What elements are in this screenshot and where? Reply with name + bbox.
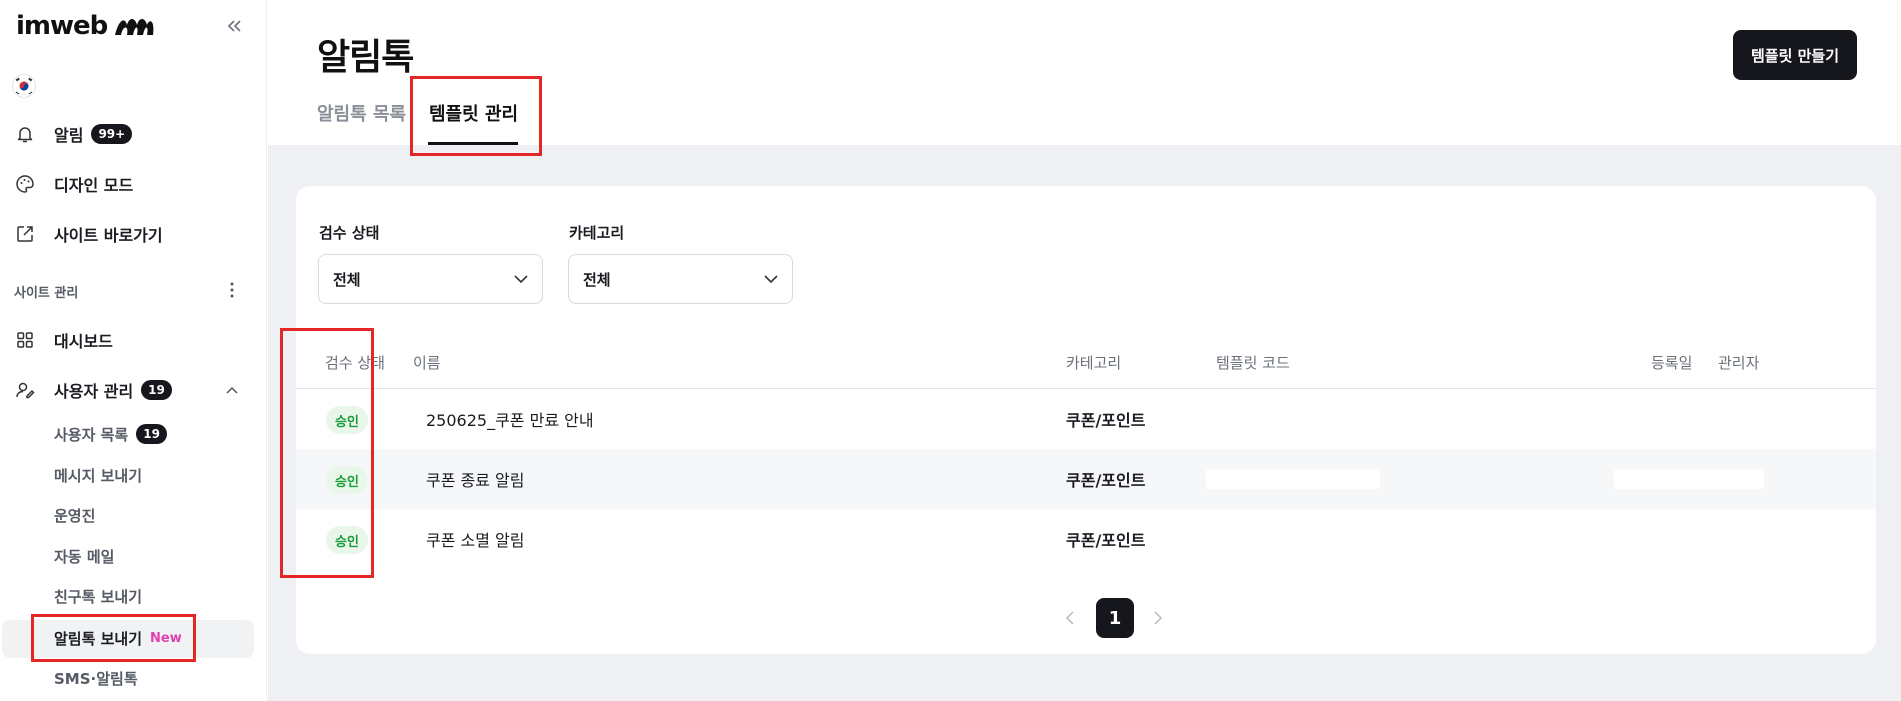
subitem-label: 친구톡 보내기 bbox=[54, 587, 143, 606]
korea-flag-icon[interactable] bbox=[12, 74, 36, 98]
template-card: 검수 상태 전체 카테고리 전체 검수 상태 이름 카테고리 템플릿 코드 등록… bbox=[280, 186, 1876, 654]
sidebar-item-visit-site[interactable]: 사이트 바로가기 bbox=[0, 214, 267, 254]
imweb-logo[interactable]: imweb bbox=[16, 11, 157, 41]
sidebar-item-design-mode[interactable]: 디자인 모드 bbox=[0, 164, 267, 204]
subitem-label: 사용자 목록 bbox=[54, 425, 129, 444]
column-header-registered-date[interactable]: 등록일 bbox=[1651, 352, 1692, 373]
sidebar-subitem-sms-alimtalk[interactable]: SMS·알림톡 bbox=[54, 660, 138, 696]
table-row[interactable]: 승인 쿠폰 소멸 알림 쿠폰/포인트 bbox=[296, 509, 1876, 569]
template-category: 쿠폰/포인트 bbox=[1066, 411, 1146, 430]
sidebar-subitem-auto-mail[interactable]: 자동 메일 bbox=[54, 538, 114, 574]
chevron-down-icon bbox=[514, 275, 528, 283]
grid-icon bbox=[14, 329, 36, 351]
sidebar-item-label: 사용자 관리 bbox=[54, 382, 134, 401]
chevron-right-icon[interactable] bbox=[1146, 606, 1170, 630]
status-filter-value: 전체 bbox=[333, 270, 361, 289]
logo-mark-icon bbox=[115, 19, 154, 35]
status-badge: 승인 bbox=[326, 466, 368, 494]
subitem-label: 자동 메일 bbox=[54, 547, 115, 566]
redacted-template-code bbox=[1206, 469, 1380, 489]
page-header: 알림톡 템플릿 만들기 알림톡 목록 템플릿 관리 bbox=[268, 0, 1901, 156]
create-template-button[interactable]: 템플릿 만들기 bbox=[1733, 30, 1857, 80]
page-title: 알림톡 bbox=[317, 37, 414, 78]
status-badge: 승인 bbox=[326, 526, 368, 554]
notification-count-badge: 99+ bbox=[91, 124, 133, 144]
sidebar: imweb 알림 99+ 디자인 모드 사이트 바로가기 사이트 관리 대시보드… bbox=[0, 0, 267, 701]
tab-template-management[interactable]: 템플릿 관리 bbox=[429, 100, 518, 126]
category-filter-label: 카테고리 bbox=[569, 224, 625, 242]
sidebar-subitem-friendtalk[interactable]: 친구톡 보내기 bbox=[54, 578, 142, 614]
column-header-manager[interactable]: 관리자 bbox=[1718, 352, 1759, 373]
column-header-status[interactable]: 검수 상태 bbox=[325, 352, 385, 373]
collapse-sidebar-icon[interactable] bbox=[222, 14, 246, 38]
sidebar-item-label: 알림 bbox=[54, 126, 84, 145]
template-name: 250625_쿠폰 만료 안내 bbox=[426, 411, 594, 430]
chevron-up-icon[interactable] bbox=[222, 380, 242, 400]
subitem-label: SMS·알림톡 bbox=[54, 669, 138, 688]
template-category: 쿠폰/포인트 bbox=[1066, 531, 1146, 550]
redacted-date bbox=[1614, 469, 1764, 489]
active-tab-indicator bbox=[428, 142, 518, 145]
subitem-label: 알림톡 보내기 bbox=[54, 629, 143, 648]
template-category: 쿠폰/포인트 bbox=[1066, 471, 1146, 490]
status-filter-select[interactable]: 전체 bbox=[318, 254, 543, 304]
subitem-label: 메시지 보내기 bbox=[54, 466, 143, 485]
palette-icon bbox=[14, 173, 36, 195]
chevron-down-icon bbox=[764, 275, 778, 283]
column-header-category[interactable]: 카테고리 bbox=[1066, 352, 1121, 373]
table-row[interactable]: 승인 쿠폰 종료 알림 쿠폰/포인트 bbox=[296, 449, 1876, 509]
more-vertical-icon[interactable] bbox=[222, 280, 242, 300]
subitem-label: 운영진 bbox=[54, 506, 96, 525]
bell-icon bbox=[14, 123, 36, 145]
logo-text: imweb bbox=[16, 11, 108, 41]
sidebar-subitem-send-message[interactable]: 메시지 보내기 bbox=[54, 457, 142, 493]
user-list-count-badge: 19 bbox=[136, 424, 167, 444]
section-label-site-management: 사이트 관리 bbox=[14, 286, 79, 301]
sidebar-item-notifications[interactable]: 알림 99+ bbox=[0, 114, 267, 154]
status-filter-label: 검수 상태 bbox=[319, 224, 380, 242]
logo-row: imweb bbox=[16, 8, 246, 44]
external-link-icon bbox=[14, 223, 36, 245]
column-header-template-code[interactable]: 템플릿 코드 bbox=[1216, 352, 1290, 373]
page-button-current[interactable]: 1 bbox=[1096, 598, 1134, 638]
sidebar-subitem-staff[interactable]: 운영진 bbox=[54, 497, 95, 533]
chevron-left-icon[interactable] bbox=[1058, 606, 1082, 630]
user-edit-icon bbox=[14, 379, 36, 401]
column-header-name[interactable]: 이름 bbox=[413, 352, 441, 373]
category-filter-select[interactable]: 전체 bbox=[568, 254, 793, 304]
new-tag: New bbox=[150, 630, 182, 646]
status-badge: 승인 bbox=[326, 406, 368, 434]
sidebar-item-label: 대시보드 bbox=[54, 332, 113, 351]
sidebar-item-label: 사이트 바로가기 bbox=[54, 226, 163, 245]
sidebar-subitem-alimtalk[interactable]: 알림톡 보내기 New bbox=[54, 620, 182, 656]
tab-alimtalk-list[interactable]: 알림톡 목록 bbox=[317, 100, 406, 126]
template-name: 쿠폰 소멸 알림 bbox=[426, 531, 525, 550]
sidebar-item-dashboard[interactable]: 대시보드 bbox=[0, 320, 267, 360]
sidebar-item-label: 디자인 모드 bbox=[54, 176, 134, 195]
user-count-badge: 19 bbox=[141, 380, 172, 400]
category-filter-value: 전체 bbox=[583, 270, 611, 289]
template-name: 쿠폰 종료 알림 bbox=[426, 471, 525, 490]
sidebar-subitem-user-list[interactable]: 사용자 목록 19 bbox=[54, 416, 167, 452]
main-content: 알림톡 템플릿 만들기 알림톡 목록 템플릿 관리 검수 상태 전체 카테고리 … bbox=[268, 0, 1901, 701]
table-row[interactable]: 승인 250625_쿠폰 만료 안내 쿠폰/포인트 bbox=[296, 389, 1876, 449]
